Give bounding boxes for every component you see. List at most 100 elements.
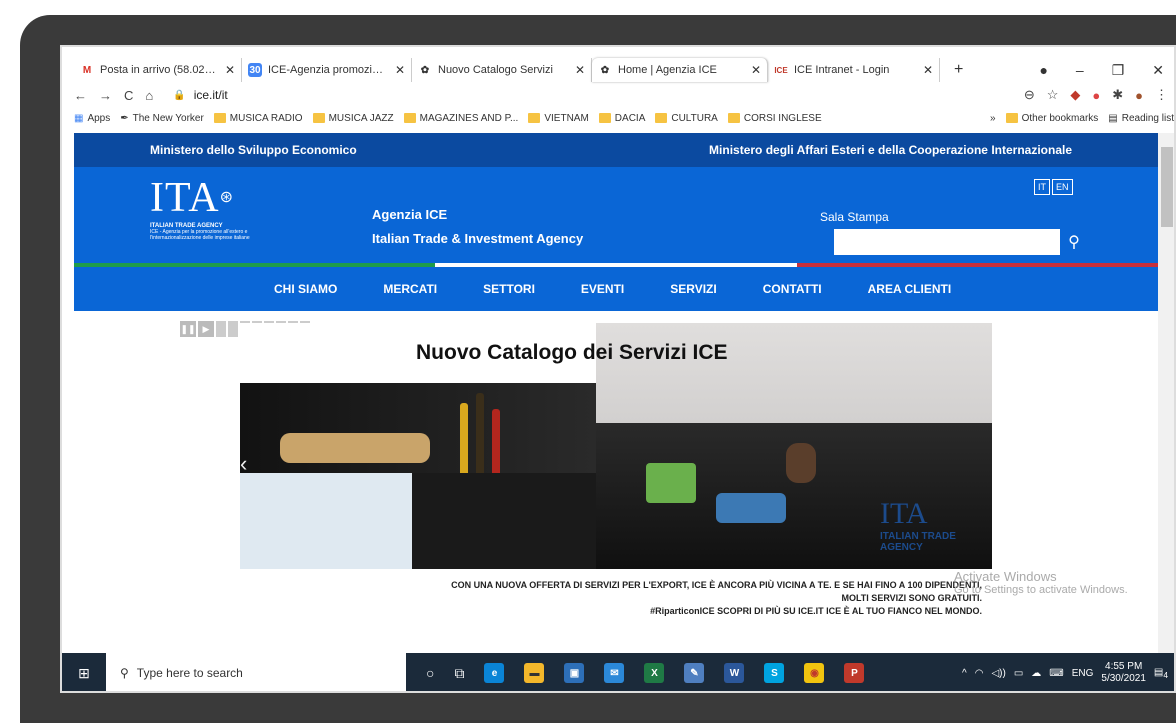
bookmark-folder[interactable]: MUSICA RADIO <box>213 113 303 124</box>
vase <box>786 443 816 483</box>
catalog-banner[interactable]: Nuovo Catalogo dei Servizi ICE ITA ITALI… <box>240 323 992 569</box>
tab-title: Posta in arrivo (58.024) - p.ler <box>100 64 219 76</box>
ministry-left-link[interactable]: Ministero dello Sviluppo Economico <box>150 143 357 157</box>
new-tab-icon[interactable]: + <box>940 61 977 79</box>
file-explorer-icon[interactable]: ▬ <box>524 663 545 683</box>
extension-icon[interactable]: ◆ <box>1070 87 1080 103</box>
cortana-icon[interactable]: ○ <box>426 665 434 681</box>
menu-icon[interactable]: ⋮ <box>1155 87 1168 103</box>
network-icon[interactable]: ◠ <box>975 668 984 679</box>
excel-icon[interactable]: X <box>644 663 665 683</box>
language-indicator[interactable]: ENG <box>1072 668 1094 679</box>
close-window-icon[interactable]: ✕ <box>1152 62 1164 79</box>
tab-catalogo[interactable]: ✿ Nuovo Catalogo Servizi ✕ <box>412 58 592 82</box>
close-icon[interactable]: ✕ <box>751 63 761 77</box>
star-icon[interactable]: ☆ <box>1047 87 1059 103</box>
nav-settori[interactable]: SETTORI <box>483 282 535 296</box>
other-bookmarks[interactable]: Other bookmarks <box>1005 112 1099 124</box>
lang-en-button[interactable]: EN <box>1052 179 1073 195</box>
slider-prev-icon[interactable]: ‹ <box>240 451 247 477</box>
restore-icon[interactable]: ❐ <box>1112 62 1125 79</box>
banner-ita-logo: ITA ITALIAN TRADE AGENCY <box>880 497 992 553</box>
tab-bar: M Posta in arrivo (58.024) - p.ler ✕ 30 … <box>74 57 1174 83</box>
bookmark-label: Reading list <box>1121 112 1174 124</box>
zoom-icon[interactable]: ⊖ <box>1024 87 1035 103</box>
bookmark-apps[interactable]: ▦ Apps <box>74 113 110 124</box>
notification-icon[interactable]: ▤4 <box>1154 667 1168 680</box>
bookmark-folder[interactable]: CULTURA <box>655 113 718 124</box>
scrollbar[interactable] <box>1158 133 1174 653</box>
profile-icon[interactable]: ● <box>1039 62 1047 79</box>
bookmark-folder[interactable]: CORSI INGLESE <box>727 113 822 124</box>
reading-list[interactable]: ▤ Reading list <box>1108 112 1174 124</box>
more-bookmarks-button[interactable]: » <box>990 113 996 124</box>
home-icon[interactable]: ⌂ <box>145 88 153 103</box>
nav-eventi[interactable]: EVENTI <box>581 282 624 296</box>
nav-contatti[interactable]: CONTATTI <box>763 282 822 296</box>
battery-icon[interactable]: ▭ <box>1014 668 1023 679</box>
volume-icon[interactable]: ◁)) <box>991 668 1005 679</box>
logo-mark-icon: ⊛ <box>219 189 235 206</box>
store-icon[interactable]: ▣ <box>564 663 585 683</box>
task-view-icon[interactable]: ⧉ <box>454 665 464 682</box>
skype-icon[interactable]: S <box>764 663 785 683</box>
nav-area-clienti[interactable]: AREA CLIENTI <box>868 282 952 296</box>
banner-logo-subtitle: ITALIAN TRADE AGENCY <box>880 531 956 553</box>
nav-chi-siamo[interactable]: CHI SIAMO <box>274 282 337 296</box>
ice-favicon-icon: ✿ <box>600 64 610 76</box>
intranet-icon: ICE <box>774 65 788 75</box>
nav-servizi[interactable]: SERVIZI <box>670 282 716 296</box>
keyboard-icon[interactable]: ⌨ <box>1049 668 1063 679</box>
taskbar-search[interactable]: ⚲ Type here to search <box>106 653 406 691</box>
tab-gmail[interactable]: M Posta in arrivo (58.024) - p.ler ✕ <box>74 58 242 82</box>
search-input[interactable] <box>834 229 1060 255</box>
word-icon[interactable]: W <box>724 663 745 683</box>
tray-chevron-icon[interactable]: ^ <box>962 668 967 679</box>
tab-intranet[interactable]: ICE ICE Intranet - Login ✕ <box>768 58 940 82</box>
onedrive-icon[interactable]: ☁ <box>1031 668 1041 679</box>
powerpoint-icon[interactable]: P <box>844 663 865 683</box>
lang-it-button[interactable]: IT <box>1034 179 1050 195</box>
back-icon[interactable]: ← <box>74 88 87 103</box>
bookmark-folder[interactable]: MAGAZINES AND P... <box>403 113 518 124</box>
sala-stampa-link[interactable]: Sala Stampa <box>820 210 889 224</box>
puzzle-icon[interactable]: ✱ <box>1112 87 1123 103</box>
bookmark-new-yorker[interactable]: ✒ The New Yorker <box>120 113 204 124</box>
close-icon[interactable]: ✕ <box>575 63 585 77</box>
ministry-right-link[interactable]: Ministero degli Affari Esteri e della Co… <box>709 143 1072 157</box>
bookmark-folder[interactable]: VIETNAM <box>528 113 589 124</box>
pause-icon[interactable]: ❚❚ <box>180 321 196 337</box>
nav-mercati[interactable]: MERCATI <box>383 282 437 296</box>
search-icon[interactable]: ⚲ <box>1060 229 1088 255</box>
mail-icon[interactable]: ✉ <box>604 663 625 683</box>
play-icon[interactable]: ▶ <box>198 321 214 337</box>
slide-dot[interactable] <box>216 321 226 337</box>
windows-start-icon[interactable]: ⊞ <box>62 665 106 682</box>
slide-dot[interactable] <box>228 321 238 337</box>
extension-abp-icon[interactable]: ● <box>1092 88 1100 103</box>
search-icon: ⚲ <box>120 666 129 680</box>
tab-ice-agenzia[interactable]: 30 ICE-Agenzia promozione all'e ✕ <box>242 58 412 82</box>
chrome-icon[interactable]: ◉ <box>804 663 825 683</box>
clock[interactable]: 4:55 PM 5/30/2021 <box>1101 661 1146 685</box>
url-field[interactable]: 🔒 ice.it/it <box>165 84 1012 106</box>
bookmark-folder[interactable]: DACIA <box>598 113 645 124</box>
scrollbar-thumb[interactable] <box>1161 147 1173 227</box>
bookmark-folder[interactable]: MUSICA JAZZ <box>312 113 394 124</box>
minimize-icon[interactable]: – <box>1076 62 1084 79</box>
bookmark-label: Apps <box>87 112 111 124</box>
activation-watermark: Activate Windows Go to Settings to activ… <box>954 569 1128 596</box>
edge-icon[interactable]: e <box>484 663 505 683</box>
notes-icon[interactable]: ✎ <box>684 663 705 683</box>
close-icon[interactable]: ✕ <box>923 63 933 77</box>
folder-icon <box>598 113 611 123</box>
close-icon[interactable]: ✕ <box>395 63 405 77</box>
ita-logo[interactable]: ITA⊛ ITALIAN TRADE AGENCY ICE - Agenzia … <box>150 177 300 241</box>
clock-time: 4:55 PM <box>1105 661 1143 672</box>
tab-home-ice[interactable]: ✿ Home | Agenzia ICE ✕ <box>592 58 768 82</box>
bookmark-label: Other bookmarks <box>1021 112 1099 124</box>
forward-icon[interactable]: → <box>99 88 112 103</box>
close-icon[interactable]: ✕ <box>225 63 235 77</box>
reload-icon[interactable]: C <box>124 88 133 103</box>
avatar[interactable]: ● <box>1135 88 1143 103</box>
